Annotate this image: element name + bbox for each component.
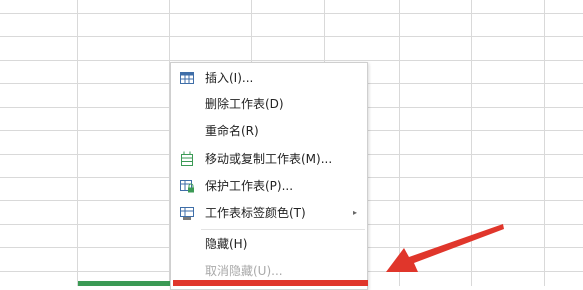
menu-separator: [201, 229, 365, 230]
menu-item-label: 删除工作表(D): [205, 97, 284, 111]
sheet-context-menu: 插入(I)... 删除工作表(D) 重命名(R) 移动或复制工作表(M)... …: [170, 62, 368, 290]
menu-item-insert[interactable]: 插入(I)...: [171, 65, 367, 91]
highlighted-menu-item-bar: [173, 280, 368, 286]
menu-item-label: 插入(I)...: [205, 71, 254, 85]
menu-item-label: 移动或复制工作表(M)...: [205, 152, 333, 166]
submenu-arrow-icon: ▸: [352, 208, 357, 217]
insert-table-icon: [180, 72, 194, 84]
menu-item-label: 重命名(R): [205, 124, 259, 138]
protect-sheet-icon: [180, 180, 194, 193]
menu-item-label: 隐藏(H): [205, 237, 248, 251]
menu-item-label: 工作表标签颜色(T): [205, 206, 306, 220]
menu-item-tab-color[interactable]: 工作表标签颜色(T) ▸: [171, 200, 367, 226]
move-copy-sheet-icon: [181, 151, 193, 166]
red-arrow-icon: [386, 224, 504, 272]
menu-item-move-copy[interactable]: 移动或复制工作表(M)...: [171, 146, 367, 172]
tab-color-icon: [180, 207, 194, 220]
menu-item-protect-sheet[interactable]: 保护工作表(P)...: [171, 173, 367, 199]
menu-item-delete-sheet[interactable]: 删除工作表(D): [171, 91, 367, 117]
active-sheet-tab-indicator[interactable]: [78, 281, 170, 286]
menu-item-rename[interactable]: 重命名(R): [171, 118, 367, 144]
menu-item-label: 保护工作表(P)...: [205, 179, 294, 193]
menu-item-hide[interactable]: 隐藏(H): [171, 231, 367, 257]
